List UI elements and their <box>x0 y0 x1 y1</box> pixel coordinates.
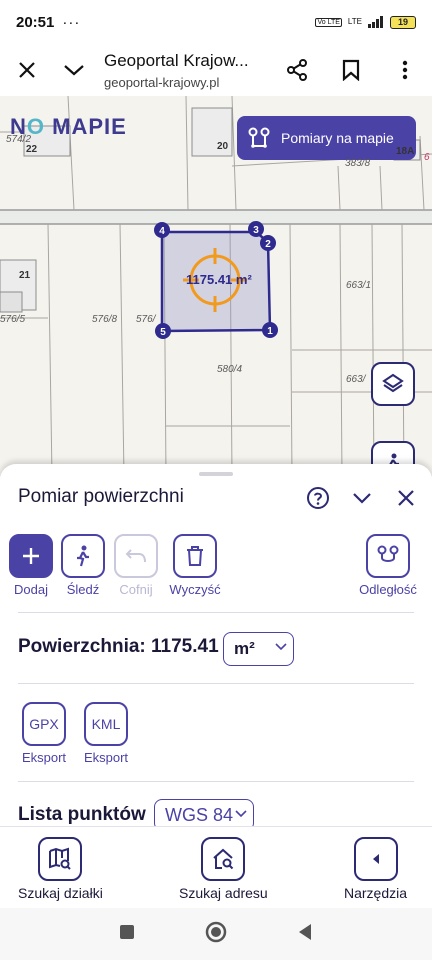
building-number: 20 <box>217 141 229 152</box>
help-icon[interactable] <box>306 486 330 510</box>
back-icon[interactable] <box>297 923 313 946</box>
recents-icon[interactable] <box>119 924 135 945</box>
panel-title: Pomiar powierzchni <box>18 486 184 507</box>
add-label: Dodaj <box>14 582 48 597</box>
chevron-down-icon <box>235 810 247 818</box>
export-label: Eksport <box>21 750 67 765</box>
building-number: 21 <box>19 270 31 281</box>
parcel-label: 580/4 <box>217 364 243 375</box>
caret-left-icon <box>353 837 398 881</box>
undo-label: Cofnij <box>119 582 153 597</box>
browser-toolbar: Geoportal Krajow... geoportal-krajowy.pl <box>0 44 432 96</box>
undo-icon <box>114 534 158 578</box>
chevron-down-icon <box>275 643 287 651</box>
parcel-label: 6 <box>424 152 430 163</box>
gpx-icon: GPX <box>22 702 66 746</box>
parcel-label: 576/ <box>136 314 156 325</box>
status-time: 20:51 <box>16 13 55 31</box>
collapse-chevron-icon[interactable] <box>350 486 374 510</box>
track-label: Śledź <box>66 582 100 597</box>
search-address-label: Szukaj adresu <box>179 885 268 901</box>
track-button[interactable]: Śledź <box>53 534 113 597</box>
export-kml-button[interactable]: KML Eksport <box>76 702 136 765</box>
measure-pins-icon <box>248 127 270 148</box>
bottom-navigation: Szukaj działki Szukaj adresu Narzędzia <box>0 826 432 908</box>
unit-value: m² <box>234 639 255 658</box>
home-icon[interactable] <box>205 921 227 948</box>
area-measure-panel: Pomiar powierzchni Dodaj Śledź Cofnij Wy… <box>0 464 432 844</box>
close-panel-icon[interactable] <box>394 486 418 510</box>
export-label: Eksport <box>83 750 129 765</box>
search-parcel-label: Szukaj działki <box>18 885 103 901</box>
distance-label: Odległość <box>359 582 417 597</box>
volte-icon: Vo LTE <box>315 17 342 27</box>
measure-on-map-button[interactable]: Pomiary na mapie <box>237 116 416 160</box>
search-address-button[interactable]: Szukaj adresu <box>179 837 268 901</box>
parcel-label: 663/ <box>346 374 366 385</box>
map-view[interactable]: NO MAPIE Pomiary na mapie 574/2 22 20 38… <box>0 96 432 476</box>
home-search-icon <box>201 837 246 881</box>
clear-button[interactable]: Wyczyść <box>165 534 225 597</box>
crs-value: WGS 84 <box>165 804 234 825</box>
plus-icon <box>9 534 53 578</box>
area-result: Powierzchnia: 1175.41 <box>18 636 219 658</box>
status-bar: 20:51 ··· Vo LTE LTE 19 <box>0 0 432 44</box>
page-url: geoportal-krajowy.pl <box>104 74 220 90</box>
signal-icon <box>368 16 383 28</box>
close-icon[interactable] <box>0 44 54 96</box>
system-navigation-bar <box>0 908 432 960</box>
status-icons: Vo LTE LTE 19 <box>315 15 416 29</box>
tools-label: Narzędzia <box>344 885 408 901</box>
distance-button[interactable]: Odległość <box>358 534 418 597</box>
distance-pins-icon <box>366 534 410 578</box>
divider <box>18 683 414 684</box>
layers-icon <box>382 373 404 393</box>
more-vert-icon[interactable] <box>378 44 432 96</box>
search-parcel-button[interactable]: Szukaj działki <box>18 837 103 901</box>
undo-button[interactable]: Cofnij <box>106 534 166 597</box>
parcel-label: 663/1 <box>346 280 372 291</box>
page-title: Geoportal Krajow... <box>104 50 249 70</box>
walking-person-icon <box>61 534 105 578</box>
divider <box>18 612 414 613</box>
add-point-button[interactable]: Dodaj <box>1 534 61 597</box>
battery-icon: 19 <box>390 15 416 29</box>
divider <box>18 781 414 782</box>
share-icon[interactable] <box>270 44 324 96</box>
sheet-drag-handle[interactable] <box>199 472 233 476</box>
polygon-area-label: 1175.41 m² <box>186 272 252 287</box>
export-gpx-button[interactable]: GPX Eksport <box>14 702 74 765</box>
map-search-icon <box>38 837 83 881</box>
unit-select[interactable]: m² <box>223 632 294 666</box>
page-title-block[interactable]: Geoportal Krajow... geoportal-krajowy.pl <box>94 51 270 90</box>
kml-icon: KML <box>84 702 128 746</box>
parcel-label: 383/8 <box>345 158 371 169</box>
area-value: 1175.41 <box>151 636 219 657</box>
layers-button[interactable] <box>371 362 415 406</box>
trash-icon <box>173 534 217 578</box>
parcel-label: 576/8 <box>92 314 118 325</box>
building-number: 18A <box>396 146 415 157</box>
status-more-icon: ··· <box>62 13 81 31</box>
points-list-label: Lista punktów <box>18 804 146 825</box>
lte-label: LTE <box>347 17 362 26</box>
tools-button[interactable]: Narzędzia <box>344 837 407 901</box>
building-number: 22 <box>26 144 38 155</box>
clear-label: Wyczyść <box>169 582 221 597</box>
parcel-label: 576/5 <box>0 314 26 325</box>
bookmark-icon[interactable] <box>324 44 378 96</box>
measure-on-map-label: Pomiary na mapie <box>281 130 394 146</box>
chevron-down-icon[interactable] <box>54 44 94 96</box>
area-label: Powierzchnia: <box>18 636 146 657</box>
